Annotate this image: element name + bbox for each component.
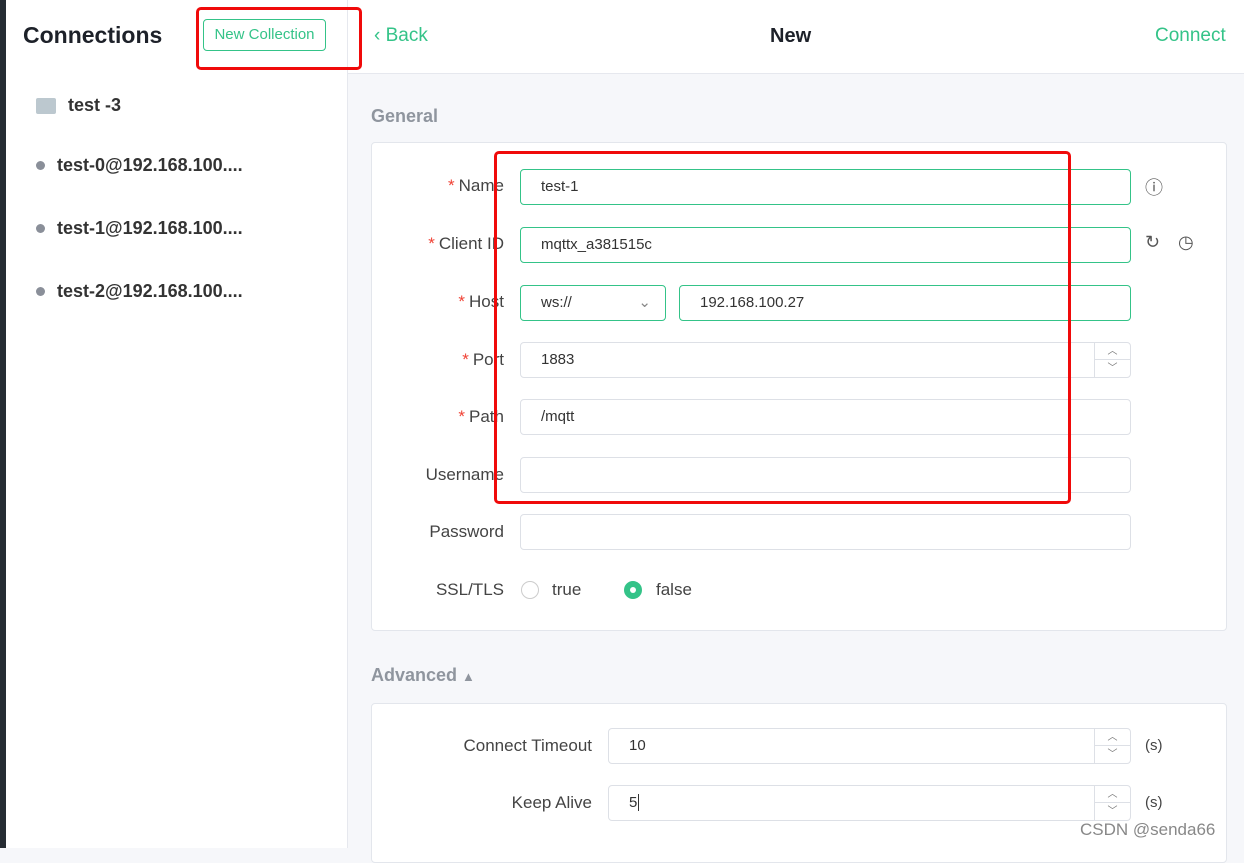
chevron-down-icon: ﹀ <box>1107 806 1118 817</box>
caret-up-icon: ▲ <box>462 669 475 684</box>
connect-timeout-label: Connect Timeout <box>463 736 592 755</box>
status-dot-icon <box>36 161 45 170</box>
status-dot-icon <box>36 287 45 296</box>
chevron-left-icon: ‹ <box>374 25 386 46</box>
back-label: Back <box>385 25 428 46</box>
sidebar-item-connection[interactable]: test-0@192.168.100.... <box>36 155 243 176</box>
refresh-icon[interactable]: ↻ <box>1145 232 1160 253</box>
annotation-box <box>494 151 1071 504</box>
general-section-title: General <box>371 106 439 126</box>
connect-timeout-input[interactable]: 10 ︿ ﹀ <box>608 728 1131 764</box>
password-input[interactable] <box>520 514 1131 550</box>
back-button[interactable]: ‹ Back <box>374 25 428 47</box>
ssl-true-label: true <box>552 580 582 599</box>
name-label: * Name <box>448 176 504 195</box>
client-id-label: * Client ID <box>428 234 504 253</box>
watermark: CSDN @senda66 <box>1080 820 1216 839</box>
chevron-down-icon: ﹀ <box>1107 749 1118 760</box>
keep-alive-label: Keep Alive <box>511 793 592 812</box>
sidebar-item-connection[interactable]: test-2@192.168.100.... <box>36 281 243 302</box>
keep-alive-input[interactable]: 5 ︿ ﹀ <box>608 785 1131 821</box>
password-label: Password <box>429 522 504 541</box>
annotation-box <box>196 7 362 70</box>
path-label: * Path <box>458 407 504 426</box>
chevron-up-icon: ︿ <box>1095 343 1130 360</box>
folder-icon <box>36 97 56 114</box>
ssl-label: SSL/TLS <box>435 580 504 599</box>
sidebar-item-collection[interactable]: test -3 <box>36 95 121 116</box>
info-icon[interactable]: ⓘ <box>1145 174 1163 200</box>
timeout-unit: (s) <box>1145 737 1163 754</box>
ssl-false-label: false <box>656 580 692 599</box>
sidebar-item-connection[interactable]: test-1@192.168.100.... <box>36 218 243 239</box>
port-label: * Port <box>462 350 504 369</box>
connect-button[interactable]: Connect <box>1155 25 1226 47</box>
item-label: test -3 <box>68 95 122 115</box>
ssl-false-radio[interactable] <box>624 581 642 599</box>
item-label: test-1@192.168.100.... <box>57 218 243 238</box>
clock-icon[interactable]: ◷ <box>1178 232 1194 253</box>
chevron-down-icon: ﹀ <box>1107 363 1118 374</box>
page-title: New <box>770 25 812 47</box>
chevron-up-icon: ︿ <box>1095 729 1130 746</box>
host-label: * Host <box>458 292 504 311</box>
sidebar-title: Connections <box>23 22 163 48</box>
sidebar <box>6 0 348 848</box>
keep-alive-unit: (s) <box>1145 794 1163 811</box>
timeout-stepper[interactable]: ︿ ﹀ <box>1094 729 1130 763</box>
item-label: test-2@192.168.100.... <box>57 281 243 301</box>
ssl-true-radio[interactable] <box>521 581 539 599</box>
chevron-up-icon: ︿ <box>1095 786 1130 803</box>
item-label: test-0@192.168.100.... <box>57 155 243 175</box>
status-dot-icon <box>36 224 45 233</box>
keepalive-stepper[interactable]: ︿ ﹀ <box>1094 786 1130 820</box>
port-stepper[interactable]: ︿ ﹀ <box>1094 343 1130 377</box>
advanced-section-toggle[interactable]: Advanced ▲ <box>371 665 475 686</box>
username-label: Username <box>425 465 504 484</box>
